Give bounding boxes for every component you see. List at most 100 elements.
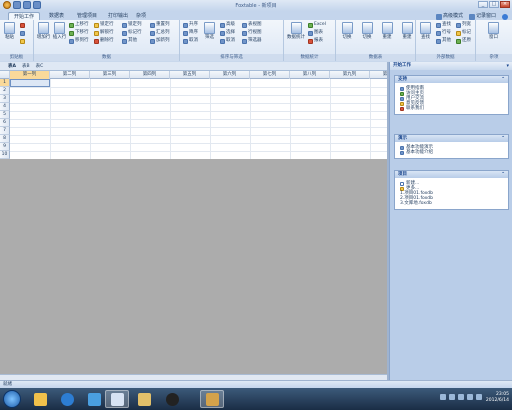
copy-button[interactable] xyxy=(20,31,25,36)
reset-col-button[interactable]: 重置列 xyxy=(150,22,170,28)
row-header[interactable]: 6 xyxy=(0,119,10,127)
maximize-button[interactable]: □ xyxy=(489,1,499,8)
search-button[interactable]: 查找 xyxy=(436,22,451,28)
filter-icon xyxy=(204,22,215,34)
column-header[interactable]: 第三列 xyxy=(90,71,130,79)
recent-project[interactable]: 3.文库地.foxdb xyxy=(395,201,508,206)
delete-row-button[interactable]: 删除行 xyxy=(94,38,114,44)
corner-cell[interactable] xyxy=(0,71,10,79)
other-button[interactable]: 其他 xyxy=(122,38,137,44)
paste-button[interactable]: 粘贴 xyxy=(2,22,17,40)
column-header[interactable]: 第十列 xyxy=(370,71,388,79)
close-button[interactable]: × xyxy=(500,1,510,8)
row-number-button[interactable]: 行号 xyxy=(436,30,451,36)
switch-merge-button[interactable]: 切换 xyxy=(358,22,376,40)
mark-button[interactable]: 标记 xyxy=(456,30,471,36)
chart-button[interactable]: 图表 xyxy=(308,30,323,36)
row-header[interactable]: 3 xyxy=(0,95,10,103)
switch-summary-button[interactable]: 切换 xyxy=(338,22,356,40)
collapse-icon[interactable]: ⌃ xyxy=(501,135,505,142)
window-button[interactable]: 窗口 xyxy=(486,22,501,40)
taskbar-foxtable[interactable] xyxy=(105,390,129,408)
excel-button[interactable]: Excel xyxy=(308,22,326,28)
cut-button[interactable] xyxy=(20,23,25,28)
column-header[interactable]: 第七列 xyxy=(250,71,290,79)
doc-tab-a[interactable]: 表A xyxy=(6,62,18,70)
tray-icon[interactable] xyxy=(449,394,455,400)
start-button[interactable] xyxy=(3,390,21,408)
table-view-button[interactable]: 表视图 xyxy=(242,22,262,28)
paste-icon xyxy=(4,22,15,34)
col-width-button[interactable]: 列宽 xyxy=(456,22,471,28)
column-header[interactable]: 第四列 xyxy=(130,71,170,79)
column-header[interactable]: 第五列 xyxy=(170,71,210,79)
move-down-button[interactable]: 下移行 xyxy=(69,30,89,36)
sort-cancel-button[interactable]: 取消 xyxy=(183,38,198,44)
advanced-filter-button[interactable]: 高级 xyxy=(220,22,235,28)
report-button[interactable]: 报表 xyxy=(308,38,323,44)
pane-close-icon[interactable]: ▾ xyxy=(506,62,509,70)
taskbar-browser[interactable] xyxy=(55,390,79,408)
row-header[interactable]: 2 xyxy=(0,87,10,95)
move-to-button[interactable]: 移到行 xyxy=(69,38,89,44)
data-grid[interactable]: 第一列 第二列 第三列 第四列 第五列 第六列 第七列 第八列 第九列 第十列 … xyxy=(0,71,388,159)
row-header[interactable]: 9 xyxy=(0,143,10,151)
collapse-icon[interactable]: ⌃ xyxy=(501,76,505,83)
collapse-icon[interactable]: ⌃ xyxy=(501,171,505,178)
misc-other-button[interactable]: 其他 xyxy=(436,38,451,44)
row-header[interactable]: 7 xyxy=(0,127,10,135)
doc-tab-c[interactable]: 表C xyxy=(34,62,46,70)
volume-icon[interactable] xyxy=(476,394,482,400)
reset-icon xyxy=(150,22,155,28)
row-header[interactable]: 8 xyxy=(0,135,10,143)
row-header[interactable]: 1 xyxy=(0,79,10,87)
tray-icon[interactable] xyxy=(458,394,464,400)
minimize-button[interactable]: _ xyxy=(478,1,488,8)
format-button[interactable] xyxy=(20,39,25,44)
column-header[interactable]: 第九列 xyxy=(330,71,370,79)
row-view-button[interactable]: 行视图 xyxy=(242,30,262,36)
filter-cancel-button[interactable]: 取消 xyxy=(220,38,235,44)
select-button[interactable]: 选择 xyxy=(220,30,235,36)
taskbar-app[interactable] xyxy=(200,390,224,408)
active-cell[interactable] xyxy=(10,79,50,87)
doc-tab-b[interactable]: 表B xyxy=(20,62,32,70)
sum-col-button[interactable]: 汇总列 xyxy=(150,30,170,36)
support-item[interactable]: 联系我们 xyxy=(395,106,508,111)
move-up-button[interactable]: 上移行 xyxy=(69,22,89,28)
row-header[interactable]: 10 xyxy=(0,151,10,159)
insert-row-button[interactable]: 插入行 xyxy=(52,22,67,40)
lock-row-button[interactable]: 锁定行 xyxy=(94,22,114,28)
sort-asc-button[interactable]: 升序 xyxy=(183,22,198,28)
unlock-row-button[interactable]: 解锁行 xyxy=(94,30,114,36)
tag-row-button[interactable]: 标记行 xyxy=(122,30,142,36)
rebuild-cross-button[interactable]: 重建 xyxy=(398,22,416,40)
column-header[interactable]: 第八列 xyxy=(290,71,330,79)
tray-icon[interactable] xyxy=(440,394,446,400)
filter-tool-button[interactable]: 筛选器 xyxy=(242,38,262,44)
lock-col-button[interactable]: 锁定列 xyxy=(122,22,142,28)
sort-desc-button[interactable]: 降序 xyxy=(183,30,198,36)
demo-item[interactable]: 基本功能介绍 xyxy=(395,150,508,155)
taskbar-security[interactable] xyxy=(82,390,106,408)
clock[interactable]: 23:05 2012/6/14 xyxy=(486,392,509,404)
find-button[interactable]: 查找 xyxy=(418,22,433,40)
filter-button[interactable]: 筛选 xyxy=(202,22,217,40)
column-header[interactable]: 第一列 xyxy=(10,71,50,79)
column-header[interactable]: 第六列 xyxy=(210,71,250,79)
demo-title: 演示 ⌃ xyxy=(395,135,508,142)
taskbar-qq[interactable] xyxy=(160,390,184,408)
tray-icon[interactable] xyxy=(467,394,473,400)
data-stat-button[interactable]: 数据统计 xyxy=(287,22,305,40)
row-header[interactable]: 4 xyxy=(0,103,10,111)
insert-row-icon xyxy=(54,22,65,34)
taskbar-explorer[interactable] xyxy=(28,390,52,408)
add-row-button[interactable]: 增加行 xyxy=(36,22,51,40)
column-header[interactable]: 第二列 xyxy=(50,71,90,79)
mark-icon xyxy=(456,30,461,36)
taskbar-files[interactable] xyxy=(132,390,156,408)
add-col-button[interactable]: 加新列 xyxy=(150,38,170,44)
restore-button[interactable]: 还原 xyxy=(456,38,471,44)
row-header[interactable]: 5 xyxy=(0,111,10,119)
rebuild-group-button[interactable]: 重建 xyxy=(378,22,396,40)
